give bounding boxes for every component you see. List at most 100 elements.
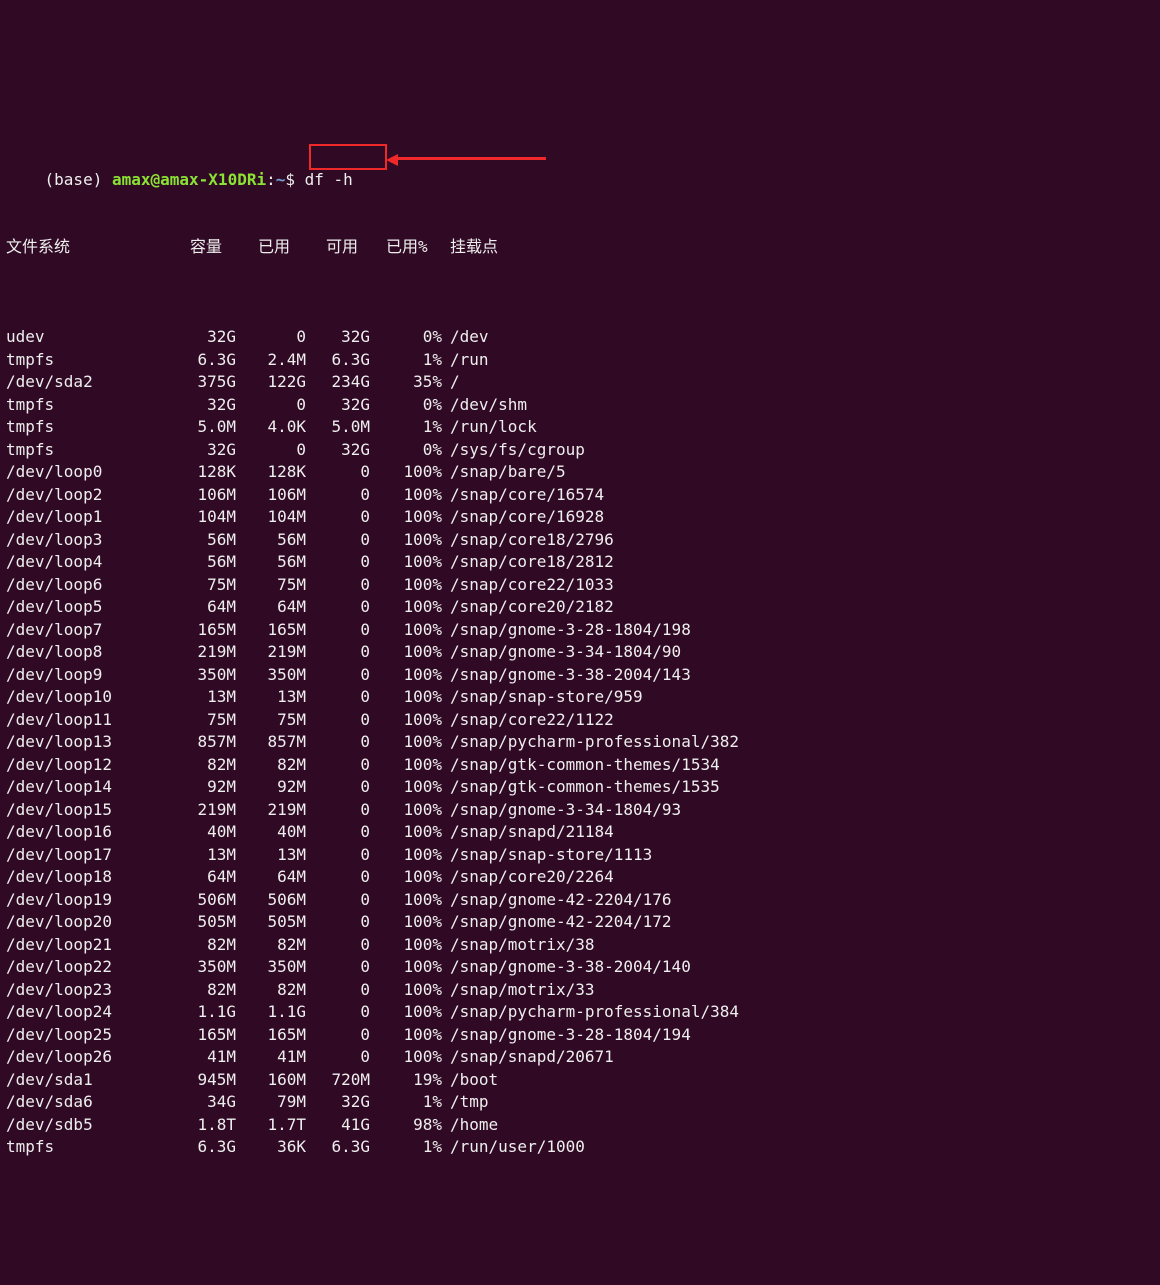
cell-mount: / <box>450 371 460 394</box>
cell-pct: 100% <box>342 461 442 484</box>
cell-mount: /snap/gtk-common-themes/1534 <box>450 754 720 777</box>
cell-mount: /snap/core18/2796 <box>450 529 614 552</box>
cell-mount: /snap/motrix/38 <box>450 934 595 957</box>
cell-filesystem: /dev/loop17 <box>6 844 112 867</box>
df-rows-container: udev32G032G0%/devtmpfs6.3G2.4M6.3G1%/run… <box>6 326 1154 1159</box>
cell-filesystem: /dev/loop7 <box>6 619 102 642</box>
cell-filesystem: /dev/loop4 <box>6 551 102 574</box>
cell-filesystem: tmpfs <box>6 1136 54 1159</box>
df-row: /dev/loop1864M64M0100%/snap/core20/2264 <box>6 866 1154 889</box>
cell-pct: 0% <box>342 439 442 462</box>
cell-mount: /snap/core22/1033 <box>450 574 614 597</box>
cell-filesystem: tmpfs <box>6 416 54 439</box>
cell-pct: 100% <box>342 731 442 754</box>
col-used: 已用 <box>258 236 290 259</box>
cell-pct: 100% <box>342 1024 442 1047</box>
cell-pct: 1% <box>342 349 442 372</box>
cell-pct: 98% <box>342 1114 442 1137</box>
df-row: /dev/loop564M64M0100%/snap/core20/2182 <box>6 596 1154 619</box>
prompt-line-2: (base) amax@amax-X10DRi:~$ ^C <box>6 1226 1154 1240</box>
cell-mount: /snap/core/16928 <box>450 506 604 529</box>
df-row: tmpfs32G032G0%/sys/fs/cgroup <box>6 439 1154 462</box>
df-row: /dev/loop1713M13M0100%/snap/snap-store/1… <box>6 844 1154 867</box>
cell-filesystem: tmpfs <box>6 349 54 372</box>
cell-mount: /snap/core18/2812 <box>450 551 614 574</box>
user-host: amax@amax-X10DRi <box>112 170 266 189</box>
scrollback-line: env.yml node-v10.25.0-linux-x64.tar.gz T… <box>6 68 1154 79</box>
cell-filesystem: /dev/sda1 <box>6 1069 93 1092</box>
cell-mount: /snap/snapd/20671 <box>450 1046 614 1069</box>
cell-filesystem: /dev/loop0 <box>6 461 102 484</box>
cell-mount: /snap/pycharm-professional/382 <box>450 731 739 754</box>
col-avail: 可用 <box>326 236 358 259</box>
cell-filesystem: /dev/loop8 <box>6 641 102 664</box>
terminal[interactable]: env.yml node-v10.25.0-linux-x64.tar.gz T… <box>0 0 1160 1285</box>
cell-filesystem: /dev/loop14 <box>6 776 112 799</box>
cell-mount: /snap/motrix/33 <box>450 979 595 1002</box>
df-row: /dev/loop1104M104M0100%/snap/core/16928 <box>6 506 1154 529</box>
cell-mount: /snap/gnome-3-34-1804/90 <box>450 641 681 664</box>
cell-pct: 1% <box>342 416 442 439</box>
df-row: /dev/loop1282M82M0100%/snap/gtk-common-t… <box>6 754 1154 777</box>
df-row: /dev/loop1175M75M0100%/snap/core22/1122 <box>6 709 1154 732</box>
df-row: tmpfs32G032G0%/dev/shm <box>6 394 1154 417</box>
df-row: /dev/loop241.1G1.1G0100%/snap/pycharm-pr… <box>6 1001 1154 1024</box>
cell-filesystem: /dev/loop24 <box>6 1001 112 1024</box>
cell-filesystem: /dev/loop23 <box>6 979 112 1002</box>
cell-filesystem: /dev/loop16 <box>6 821 112 844</box>
cell-pct: 100% <box>342 574 442 597</box>
df-row: tmpfs6.3G36K6.3G1%/run/user/1000 <box>6 1136 1154 1159</box>
cell-pct: 100% <box>342 664 442 687</box>
cell-filesystem: /dev/loop12 <box>6 754 112 777</box>
col-size: 容量 <box>190 236 222 259</box>
cell-pct: 35% <box>342 371 442 394</box>
df-row: /dev/loop7165M165M0100%/snap/gnome-3-28-… <box>6 619 1154 642</box>
cell-mount: /boot <box>450 1069 498 1092</box>
df-row: /dev/loop0128K128K0100%/snap/bare/5 <box>6 461 1154 484</box>
cell-pct: 100% <box>342 776 442 799</box>
df-row: /dev/loop1492M92M0100%/snap/gtk-common-t… <box>6 776 1154 799</box>
cell-filesystem: /dev/sda6 <box>6 1091 93 1114</box>
df-row: /dev/loop2182M82M0100%/snap/motrix/38 <box>6 934 1154 957</box>
cell-filesystem: /dev/loop19 <box>6 889 112 912</box>
df-row: /dev/loop13857M857M0100%/snap/pycharm-pr… <box>6 731 1154 754</box>
cell-pct: 0% <box>342 326 442 349</box>
df-row: /dev/loop19506M506M0100%/snap/gnome-42-2… <box>6 889 1154 912</box>
df-row: tmpfs6.3G2.4M6.3G1%/run <box>6 349 1154 372</box>
cell-filesystem: /dev/loop5 <box>6 596 102 619</box>
cell-filesystem: /dev/sdb5 <box>6 1114 93 1137</box>
cell-pct: 100% <box>342 686 442 709</box>
df-row: /dev/loop456M56M0100%/snap/core18/2812 <box>6 551 1154 574</box>
df-row: /dev/loop1640M40M0100%/snap/snapd/21184 <box>6 821 1154 844</box>
cell-pct: 100% <box>342 1001 442 1024</box>
cell-pct: 100% <box>342 529 442 552</box>
arrow-annotation <box>386 154 546 166</box>
cell-filesystem: /dev/loop9 <box>6 664 102 687</box>
cell-mount: /run/lock <box>450 416 537 439</box>
cell-mount: /snap/core20/2264 <box>450 866 614 889</box>
df-row: /dev/sda634G79M32G1%/tmp <box>6 1091 1154 1114</box>
cell-pct: 100% <box>342 799 442 822</box>
cell-pct: 100% <box>342 619 442 642</box>
cell-pct: 100% <box>342 754 442 777</box>
cell-mount: /home <box>450 1114 498 1137</box>
cell-pct: 100% <box>342 821 442 844</box>
cell-pct: 100% <box>342 596 442 619</box>
cell-pct: 100% <box>342 506 442 529</box>
cell-filesystem: /dev/sda2 <box>6 371 93 394</box>
df-row: /dev/loop2382M82M0100%/snap/motrix/33 <box>6 979 1154 1002</box>
cell-pct: 100% <box>342 911 442 934</box>
highlight-box-annotation <box>309 144 387 170</box>
df-row: /dev/loop2641M41M0100%/snap/snapd/20671 <box>6 1046 1154 1069</box>
df-row: tmpfs5.0M4.0K5.0M1%/run/lock <box>6 416 1154 439</box>
cell-filesystem: /dev/loop18 <box>6 866 112 889</box>
cell-filesystem: udev <box>6 326 45 349</box>
cell-pct: 100% <box>342 1046 442 1069</box>
command-text: df -h <box>305 170 353 189</box>
cell-mount: /dev/shm <box>450 394 527 417</box>
df-row: /dev/loop20505M505M0100%/snap/gnome-42-2… <box>6 911 1154 934</box>
cell-mount: /tmp <box>450 1091 489 1114</box>
df-row: udev32G032G0%/dev <box>6 326 1154 349</box>
cell-mount: /run/user/1000 <box>450 1136 585 1159</box>
df-row: /dev/sdb51.8T1.7T41G98%/home <box>6 1114 1154 1137</box>
